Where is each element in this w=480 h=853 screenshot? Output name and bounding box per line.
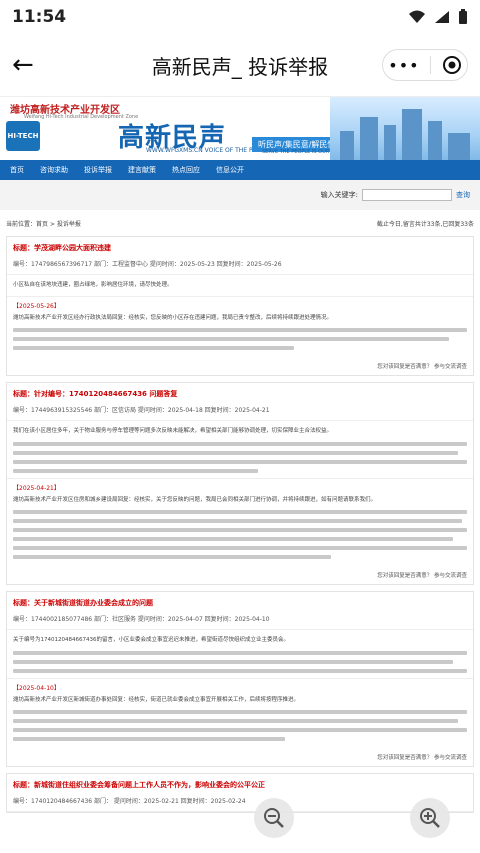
complaint-body: 我们在该小区居住多年，关于物业服务与停车管理等问题多次反映未能解决，希望相关部门… <box>13 428 333 434</box>
site-banner: 潍坊高新技术产业开发区 Weifang Hi-Tech Industrial D… <box>0 96 480 160</box>
satisfaction-link[interactable]: 您对该回复是否满意？ 参与交流调查 <box>7 359 473 375</box>
message-stats: 截止今日,留言共计33条,已回复33条 <box>376 220 474 228</box>
reply-body: 潍坊高新技术产业开发区新城街道办事处回复：经核实，街道已就业委会成立事宜开展相关… <box>13 697 300 703</box>
nav-hotspot[interactable]: 热点回应 <box>172 165 200 175</box>
zoom-out-icon <box>264 808 284 828</box>
close-target-icon[interactable] <box>442 55 462 75</box>
reply-text-lines <box>13 710 467 741</box>
complaint-card[interactable]: 标题：针对编号：1740120484667436 问题答复 编号：1744963… <box>6 382 474 585</box>
reply-body: 潍坊高新技术产业开发区经办行政执法局回复：经核实，您反映的小区存在违建问题，我局… <box>13 315 333 321</box>
complaint-title[interactable]: 标题：关于新城街道街道办业委会成立的问题 <box>7 592 473 608</box>
complaint-meta: 编号：1744963915325546 部门：区信访局 提问时间：2025-04… <box>7 399 473 421</box>
more-icon[interactable]: ••• <box>388 56 419 75</box>
reply-section: 【2025-05-26】 潍坊高新技术产业开发区经办行政执法局回复：经核实，您反… <box>7 296 473 359</box>
reply-section: 【2025-04-10】 潍坊高新技术产业开发区新城街道办事处回复：经核实，街道… <box>7 678 473 750</box>
reply-text-lines <box>13 510 467 559</box>
nav-home[interactable]: 首页 <box>10 165 24 175</box>
status-bar: 11:54 <box>0 0 480 34</box>
complaint-card[interactable]: 标题：新城街道住组织业委会筹备问题上工作人员不作为，影响业委会的公平公正 编号：… <box>6 773 474 813</box>
complaint-card[interactable]: 标题：学茂湖畔公园大面积违建 编号：174798656739671​7 部门：工… <box>6 236 474 376</box>
complaint-text-lines <box>7 442 473 473</box>
title-bar: ← 高新民声_ 投诉举报 ••• <box>0 34 480 96</box>
complaint-body: 关于编号为1740120484667436的留言，小区业委会成立事宜迟迟未推进，… <box>13 637 289 643</box>
battery-icon <box>459 9 467 24</box>
reply-text-lines <box>13 328 467 350</box>
nav-public-info[interactable]: 信息公开 <box>216 165 244 175</box>
city-skyline-image <box>330 97 480 160</box>
complaint-text-lines <box>7 651 473 673</box>
reply-date: 【2025-05-26】 <box>13 303 60 310</box>
reply-section: 【2025-04-21】 潍坊高新技术产业开发区住房和城乡建设局回复：经核实，关… <box>7 478 473 568</box>
complaint-title[interactable]: 标题：学茂湖畔公园大面积违建 <box>7 237 473 253</box>
search-button[interactable]: 查询 <box>456 190 470 200</box>
nav-suggest[interactable]: 建言献策 <box>128 165 156 175</box>
miniprogram-capsule: ••• <box>382 49 468 81</box>
capsule-divider <box>430 56 432 74</box>
complaint-meta: 编号：174798656739671​7 部门：工程监督中心 提问时间：2025… <box>7 253 473 275</box>
reply-date: 【2025-04-21】 <box>13 485 60 492</box>
reply-date: 【2025-04-10】 <box>13 685 60 692</box>
nav-consult[interactable]: 咨询求助 <box>40 165 68 175</box>
satisfaction-link[interactable]: 您对该回复是否满意？ 参与交流调查 <box>7 750 473 766</box>
status-time: 11:54 <box>12 7 67 27</box>
zoom-in-icon <box>420 808 440 828</box>
nav-complaint[interactable]: 投诉举报 <box>84 165 112 175</box>
satisfaction-link[interactable]: 您对该回复是否满意？ 参与交流调查 <box>7 568 473 584</box>
signal-icon <box>435 11 449 23</box>
search-label: 输入关键字: <box>320 191 358 199</box>
back-arrow-icon[interactable]: ← <box>12 50 42 80</box>
main-nav: 首页 咨询求助 投诉举报 建言献策 热点回应 信息公开 <box>0 160 480 180</box>
zoom-out-button[interactable] <box>254 798 294 838</box>
reply-body: 潍坊高新技术产业开发区住房和城乡建设局回复：经核实，关于您反映的问题，我局已会同… <box>13 497 377 503</box>
complaint-body: 小区私自在该地块违建，圈占绿地，影响居住环境，请尽快处理。 <box>13 282 173 288</box>
wifi-icon <box>409 10 425 23</box>
hitech-logo: HI-TECH <box>6 121 40 151</box>
breadcrumb-row: 当前位置：首页 > 投诉举报 截止今日,留言共计33条,已回复33条 <box>0 210 480 236</box>
complaint-meta: 编号：1744002185077486 部门：社区服务 提问时间：2025-04… <box>7 608 473 630</box>
complaint-title[interactable]: 标题：新城街道住组织业委会筹备问题上工作人员不作为，影响业委会的公平公正 <box>7 774 473 790</box>
complaint-card[interactable]: 标题：关于新城街道街道办业委会成立的问题 编号：1744002185077486… <box>6 591 474 767</box>
search-bar: 输入关键字: 查询 <box>0 180 480 210</box>
search-input[interactable] <box>362 189 452 201</box>
breadcrumb: 当前位置：首页 > 投诉举报 <box>6 220 81 228</box>
complaint-title[interactable]: 标题：针对编号：1740120484667436 问题答复 <box>7 383 473 399</box>
zoom-in-button[interactable] <box>410 798 450 838</box>
complaint-meta: 编号：1740120484667436 部门： 提问时间：2025-02-21 … <box>7 790 473 812</box>
complaint-list: 标题：学茂湖畔公园大面积违建 编号：174798656739671​7 部门：工… <box>0 236 480 813</box>
status-icons <box>408 9 468 25</box>
